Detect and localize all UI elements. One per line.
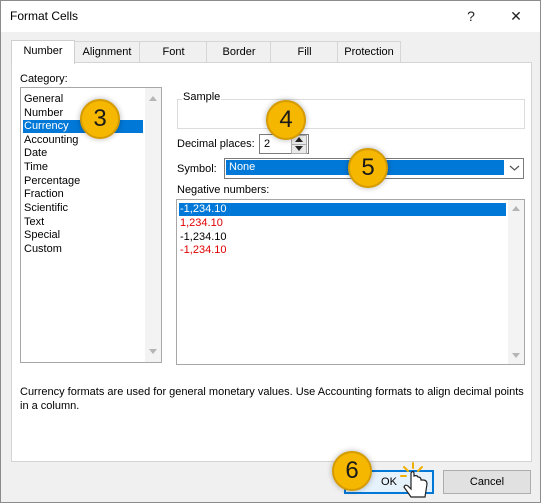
category-item-scientific[interactable]: Scientific [23, 202, 68, 215]
sample-box [177, 99, 525, 129]
negative-format-item[interactable]: -1,234.10 [179, 203, 506, 216]
category-item-general[interactable]: General [23, 93, 63, 106]
tab-border[interactable]: Border [206, 41, 272, 63]
dialog-title: Format Cells [10, 9, 79, 23]
category-scrollbar[interactable] [145, 88, 161, 362]
negative-format-item[interactable]: 1,234.10 [179, 217, 223, 230]
category-item-accounting[interactable]: Accounting [23, 134, 78, 147]
category-item-custom[interactable]: Custom [23, 243, 62, 256]
category-item-special[interactable]: Special [23, 229, 60, 242]
help-button[interactable]: ? [456, 5, 486, 27]
step-badge-6: 6 [332, 451, 372, 491]
step-badge-4: 4 [266, 100, 306, 140]
close-button[interactable]: ✕ [501, 5, 531, 27]
tab-number[interactable]: Number [11, 40, 75, 64]
category-item-number[interactable]: Number [23, 107, 63, 120]
category-item-fraction[interactable]: Fraction [23, 188, 64, 201]
hand-pointer-icon [400, 462, 428, 498]
chevron-down-icon [509, 165, 520, 171]
scroll-down-icon[interactable] [149, 349, 157, 354]
title-bar: Format Cells ? ✕ [1, 1, 540, 32]
scroll-up-icon[interactable] [149, 96, 157, 101]
category-label: Category: [20, 73, 68, 85]
negative-format-item[interactable]: -1,234.10 [179, 231, 226, 244]
negative-numbers-list[interactable]: -1,234.10 1,234.10 -1,234.10 -1,234.10 [176, 199, 525, 365]
decrement-button[interactable] [291, 144, 307, 154]
chevron-down-icon [295, 146, 303, 151]
step-badge-5: 5 [348, 148, 388, 188]
category-label-text: Category: [20, 73, 68, 85]
decimal-places-value[interactable]: 2 [264, 138, 270, 150]
category-item-time[interactable]: Time [23, 161, 48, 174]
format-description: Currency formats are used for general mo… [20, 386, 524, 412]
decimal-places-label: Decimal places: [177, 138, 255, 150]
category-item-date[interactable]: Date [23, 147, 47, 160]
tab-alignment[interactable]: Alignment [73, 41, 141, 63]
category-item-percentage[interactable]: Percentage [23, 175, 80, 188]
tab-font[interactable]: Font [139, 41, 208, 63]
cancel-button[interactable]: Cancel [443, 470, 531, 494]
negative-numbers-label: Negative numbers: [177, 184, 270, 196]
chevron-up-icon [295, 137, 303, 142]
category-item-text[interactable]: Text [23, 216, 44, 229]
negative-numbers-scrollbar[interactable] [508, 200, 524, 364]
tab-protection[interactable]: Protection [337, 41, 401, 63]
format-cells-dialog: Format Cells ? ✕ Number Alignment Font B… [0, 0, 541, 503]
dropdown-button[interactable] [506, 159, 523, 178]
symbol-label: Symbol: [177, 163, 217, 175]
scroll-up-icon[interactable] [512, 206, 520, 211]
tab-fill[interactable]: Fill [270, 41, 339, 63]
negative-format-item[interactable]: -1,234.10 [179, 244, 226, 257]
step-badge-3: 3 [80, 99, 120, 139]
scroll-down-icon[interactable] [512, 353, 520, 358]
sample-label: Sample [182, 91, 222, 103]
